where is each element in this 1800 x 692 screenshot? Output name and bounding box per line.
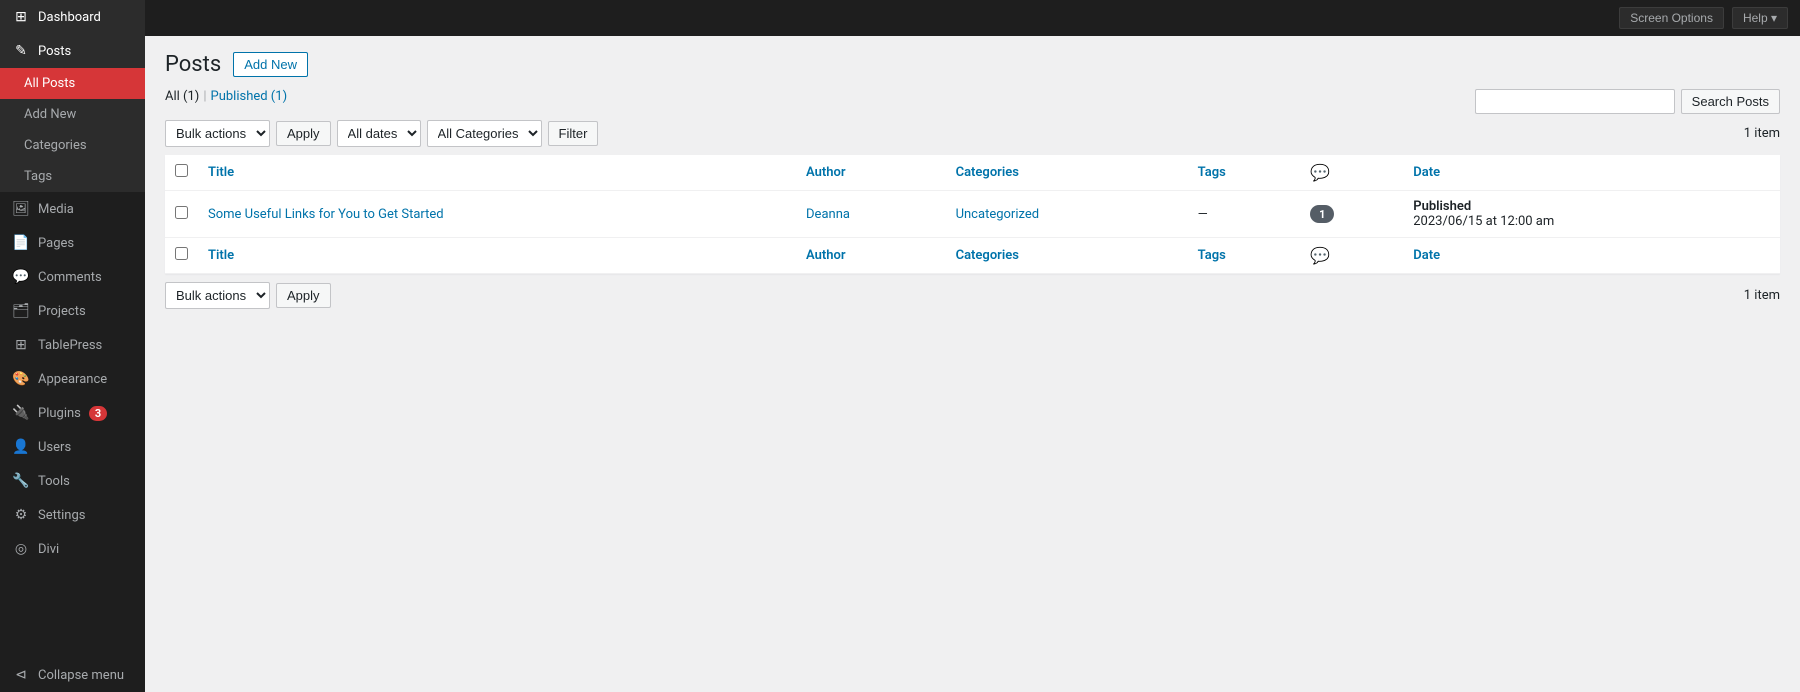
comments-footer-header: 💬: [1300, 238, 1403, 274]
help-button[interactable]: Help ▾: [1732, 7, 1788, 29]
tags-footer-header: Tags: [1188, 238, 1301, 274]
toolbar-bottom: Bulk actions Apply 1 item: [165, 282, 1780, 309]
sidebar-item-add-new[interactable]: Add New: [0, 99, 145, 130]
posts-submenu: All Posts Add New Categories Tags: [0, 68, 145, 192]
bulk-actions-select-top[interactable]: Bulk actions: [165, 120, 270, 147]
comment-balloon-icon: 💬: [1310, 163, 1330, 182]
author-footer-header: Author: [796, 238, 946, 274]
apply-button-bottom[interactable]: Apply: [276, 283, 331, 308]
page-title: Posts: [165, 52, 221, 77]
plugins-icon: 🔌: [12, 404, 30, 422]
sidebar-item-tags[interactable]: Tags: [0, 161, 145, 192]
date-footer-header: Date: [1403, 238, 1780, 274]
all-categories-select[interactable]: All Categories: [427, 120, 542, 147]
page-title-row: Posts Add New: [165, 52, 1780, 77]
sidebar-item-collapse[interactable]: ⊲ Collapse menu: [0, 658, 145, 692]
filter-published[interactable]: Published (1): [211, 89, 288, 104]
author-link[interactable]: Deanna: [806, 207, 850, 222]
toolbar-top: Bulk actions Apply All dates All Categor…: [165, 120, 1780, 147]
sidebar-item-plugins[interactable]: 🔌 Plugins 3: [0, 396, 145, 430]
apply-button-top[interactable]: Apply: [276, 121, 331, 146]
categories-header: Categories: [946, 155, 1188, 191]
sidebar-item-pages[interactable]: 📄 Pages: [0, 226, 145, 260]
item-count-top: 1 item: [1744, 126, 1780, 141]
sidebar-item-users[interactable]: 👤 Users: [0, 430, 145, 464]
sidebar-item-comments[interactable]: 💬 Comments: [0, 260, 145, 294]
row-checkbox[interactable]: [175, 206, 188, 219]
select-all-checkbox-footer[interactable]: [175, 247, 188, 260]
comments-header: 💬: [1300, 155, 1403, 191]
select-all-header: [165, 155, 198, 191]
pages-icon: 📄: [12, 234, 30, 252]
select-all-footer: [165, 238, 198, 274]
sidebar-item-settings[interactable]: ⚙ Settings: [0, 498, 145, 532]
filter-button[interactable]: Filter: [548, 121, 599, 146]
date-header: Date: [1403, 155, 1780, 191]
dashboard-icon: ⊞: [12, 8, 30, 26]
bulk-actions-select-bottom[interactable]: Bulk actions: [165, 282, 270, 309]
topbar: Screen Options Help ▾: [145, 0, 1800, 36]
title-footer-header[interactable]: Title: [198, 238, 796, 274]
comments-icon: 💬: [12, 268, 30, 286]
all-dates-select[interactable]: All dates: [337, 120, 421, 147]
comment-count-badge[interactable]: 1: [1310, 205, 1334, 223]
divi-icon: ◎: [12, 540, 30, 558]
table-footer-row: Title Author Categories Tags 💬 Date: [165, 238, 1780, 274]
add-new-button[interactable]: Add New: [233, 52, 308, 77]
table-row: Some Useful Links for You to Get Started…: [165, 191, 1780, 238]
select-all-checkbox[interactable]: [175, 164, 188, 177]
sidebar-item-tablepress[interactable]: ⊞ TablePress: [0, 328, 145, 362]
collapse-icon: ⊲: [12, 666, 30, 684]
sidebar-item-posts[interactable]: ✎ Posts: [0, 34, 145, 68]
tools-icon: 🔧: [12, 472, 30, 490]
category-link[interactable]: Uncategorized: [956, 207, 1039, 222]
search-row: Search Posts: [1475, 89, 1780, 114]
post-title-cell: Some Useful Links for You to Get Started: [198, 191, 796, 238]
posts-table: Title Author Categories Tags 💬 Date: [165, 155, 1780, 274]
table-header-row: Title Author Categories Tags 💬 Date: [165, 155, 1780, 191]
search-posts-button[interactable]: Search Posts: [1681, 89, 1780, 114]
tags-header: Tags: [1188, 155, 1301, 191]
search-input[interactable]: [1475, 89, 1675, 114]
filter-all[interactable]: All (1): [165, 89, 199, 104]
comment-balloon-icon-footer: 💬: [1310, 246, 1330, 265]
tablepress-icon: ⊞: [12, 336, 30, 354]
post-categories-cell: Uncategorized: [946, 191, 1188, 238]
post-author-cell: Deanna: [796, 191, 946, 238]
plugins-badge: 3: [89, 406, 107, 421]
users-icon: 👤: [12, 438, 30, 456]
sidebar: ⊞ Dashboard ✎ Posts All Posts Add New Ca…: [0, 0, 145, 692]
item-count-bottom: 1 item: [1744, 288, 1780, 303]
projects-icon: 🗂: [12, 302, 30, 320]
sidebar-item-projects[interactable]: 🗂 Projects: [0, 294, 145, 328]
sidebar-item-dashboard[interactable]: ⊞ Dashboard: [0, 0, 145, 34]
appearance-icon: 🎨: [12, 370, 30, 388]
post-title-link[interactable]: Some Useful Links for You to Get Started: [208, 207, 444, 222]
post-comments-cell: 1: [1300, 191, 1403, 238]
row-checkbox-cell: [165, 191, 198, 238]
settings-icon: ⚙: [12, 506, 30, 524]
media-icon: 🖼: [12, 200, 30, 218]
author-header: Author: [796, 155, 946, 191]
main-area: Screen Options Help ▾ Posts Add New All …: [145, 0, 1800, 692]
sidebar-item-categories[interactable]: Categories: [0, 130, 145, 161]
header-search-row: All (1) | Published (1) Search Posts: [165, 89, 1780, 114]
posts-icon: ✎: [12, 42, 30, 60]
categories-footer-header: Categories: [946, 238, 1188, 274]
screen-options-button[interactable]: Screen Options: [1619, 7, 1724, 29]
sidebar-item-divi[interactable]: ◎ Divi: [0, 532, 145, 566]
post-tags-cell: —: [1188, 191, 1301, 238]
sidebar-item-appearance[interactable]: 🎨 Appearance: [0, 362, 145, 396]
content-area: Posts Add New All (1) | Published (1) Se…: [145, 36, 1800, 692]
sidebar-item-tools[interactable]: 🔧 Tools: [0, 464, 145, 498]
sidebar-item-media[interactable]: 🖼 Media: [0, 192, 145, 226]
filter-links: All (1) | Published (1): [165, 89, 287, 104]
post-date-cell: Published 2023/06/15 at 12:00 am: [1403, 191, 1780, 238]
sidebar-item-all-posts[interactable]: All Posts: [0, 68, 145, 99]
title-header[interactable]: Title: [198, 155, 796, 191]
